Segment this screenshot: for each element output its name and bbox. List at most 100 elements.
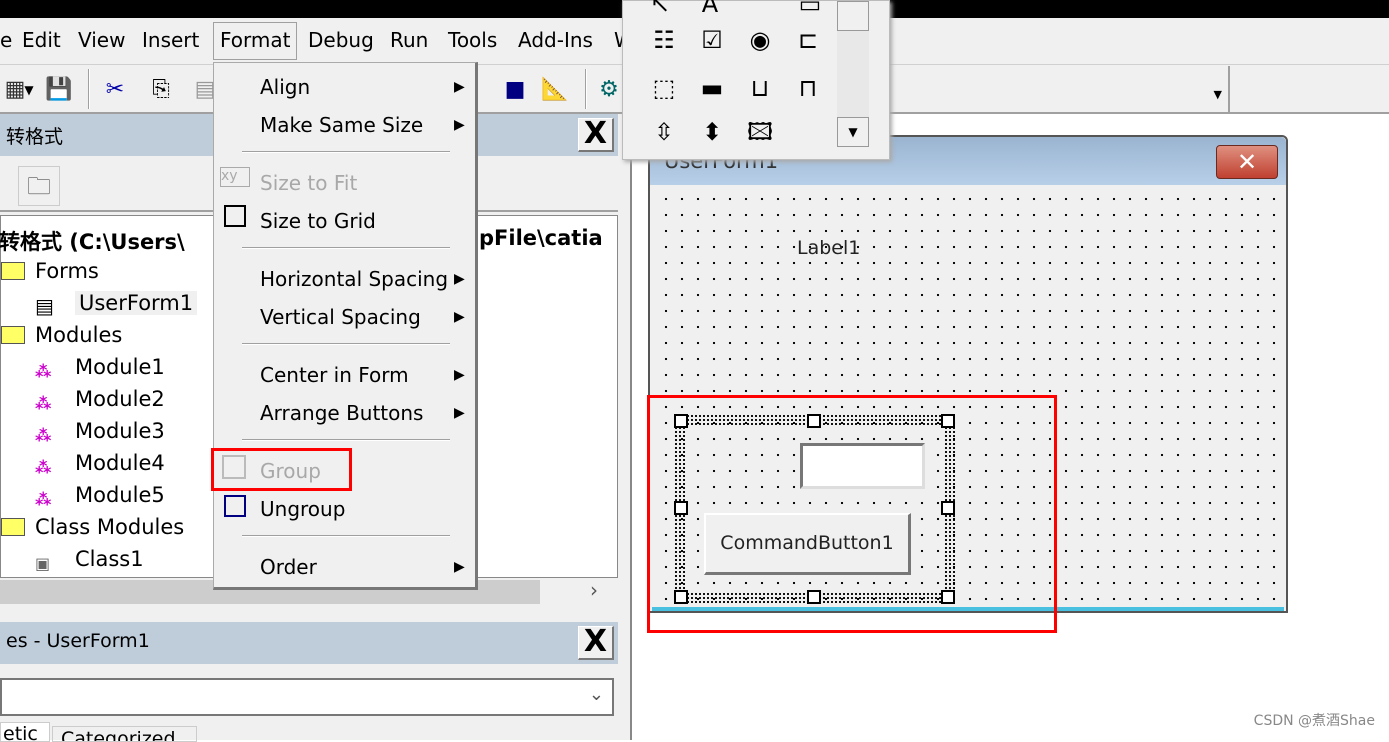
tree-label: Module4 [75,451,165,475]
reset-icon[interactable]: ■ [500,75,530,105]
label-tool-icon[interactable]: A [693,0,727,21]
tree-label: Class1 [75,547,144,571]
menu-item-vertical-spacing[interactable]: Vertical Spacing [260,305,421,329]
frame-tool-icon[interactable]: ⬚ [647,71,681,105]
submenu-arrow-icon: ▶ [454,559,465,575]
scroll-right-icon[interactable]: › [590,578,598,602]
copy-icon[interactable]: ⎘ [146,75,176,105]
folder-icon [1,262,25,280]
menu-add-ins[interactable]: Add-Ins [518,28,593,52]
textbox-tool-icon[interactable]: ▭ [793,0,827,21]
tree-item[interactable]: ▣ Class1 [35,547,144,576]
select-objects-icon[interactable]: ↖ [643,0,677,21]
scrollbar-tool-icon[interactable]: ⇳ [647,115,681,149]
module-icon: ⁂ [35,490,52,509]
menu-item-horizontal-spacing[interactable]: Horizontal Spacing [260,267,448,291]
menu-item-ungroup[interactable]: Ungroup [260,497,345,521]
tree-item[interactable]: Forms [1,259,99,283]
menu-edit[interactable]: Edit [22,28,61,52]
highlight-box-controls [647,395,1057,633]
menu-separator [242,247,450,249]
tree-item[interactable]: ⁂ Module5 [35,483,165,512]
menu-format[interactable]: Format [213,22,298,60]
menu-separator [242,535,450,537]
watermark: CSDN @煮酒Shae [1253,713,1375,729]
scrollbar-thumb[interactable] [837,1,869,31]
listbox-tool-icon[interactable]: ☷ [647,23,681,57]
label1[interactable]: Label1 [797,237,860,259]
menu-item-arrange-buttons[interactable]: Arrange Buttons [260,401,423,425]
tree-item[interactable]: ⁂ Module1 [35,355,165,384]
tree-label: Module5 [75,483,165,507]
toolbar-separator [585,69,587,109]
close-icon[interactable]: ✕ [1216,145,1278,179]
menu-view[interactable]: View [78,28,125,52]
menu-tools[interactable]: Tools [448,28,497,52]
option-button-tool-icon[interactable]: ◉ [743,23,777,57]
menu-item-size-to-fit: Size to Fit [260,171,358,195]
close-properties-panel-button[interactable]: X [578,626,614,660]
tree-label: Class Modules [35,515,185,539]
tabstrip-tool-icon[interactable]: ⊔ [743,71,777,105]
menu-separator [242,343,450,345]
toggle-button-tool-icon[interactable]: ⊏ [791,23,825,57]
multipage-tool-icon[interactable]: ⊓ [791,71,825,105]
module-icon: ⁂ [35,394,52,413]
tree-item[interactable]: ▤ UserForm1 [35,291,198,318]
close-project-panel-button[interactable]: X [578,118,614,152]
scroll-down-icon[interactable]: ▼ [837,117,869,147]
tab-label: etic [3,723,38,742]
submenu-arrow-icon: ▶ [454,271,465,287]
tree-label: Modules [35,323,123,347]
project-explorer-icon[interactable]: ⚙ [594,75,624,105]
tree-item[interactable]: ⁂ Module2 [35,387,165,416]
tab-alphabetic[interactable]: etic [0,722,50,742]
design-mode-icon[interactable]: 📐 [540,75,570,105]
tree-item[interactable]: ⁂ Module3 [35,419,165,448]
toolbar-combo[interactable]: ▼ [890,66,1230,112]
toolbox: ↖ A ▭ ☷ ☑ ◉ ⊏ ⬚ ▬ ⊔ ⊓ ⇳ ⬍ 🖾 ▼ [622,0,890,160]
tree-item[interactable]: ⁂ Module4 [35,451,165,480]
command-button-tool-icon[interactable]: ▬ [695,71,729,105]
save-icon[interactable]: 💾 [44,75,74,105]
submenu-arrow-icon: ▶ [454,367,465,383]
object-dropdown[interactable]: ⌄ [0,678,614,716]
menu-item-align[interactable]: Align [260,75,310,99]
menu-separator [242,439,450,441]
tree-label: Forms [35,259,99,283]
menu-file[interactable]: e [0,28,12,52]
dropdown-arrow-icon[interactable]: ▼ [1214,88,1222,101]
dropdown-arrow-icon[interactable]: ▼ [14,75,44,105]
menu-run[interactable]: Run [390,28,428,52]
menu-separator [242,151,450,153]
menu-item-size-to-grid[interactable]: Size to Grid [260,209,376,233]
menu-item-center-in-form[interactable]: Center in Form [260,363,409,387]
image-tool-icon[interactable]: 🖾 [743,115,777,149]
toggle-folders-icon[interactable]: 🗀 [18,166,60,206]
module-icon: ⁂ [35,362,52,381]
folder-icon [1,518,25,536]
toolbox-scrollbar[interactable]: ▼ [837,1,869,147]
menu-insert[interactable]: Insert [142,28,199,52]
cut-icon[interactable]: ✂ [100,75,130,105]
project-path-right[interactable]: pFile\catia [479,226,603,250]
highlight-box-group [211,448,352,491]
menu-item-order[interactable]: Order [260,555,317,579]
tree-label: Module1 [75,355,165,379]
userform-icon: ▤ [35,294,54,318]
format-menu: Align ▶ Make Same Size ▶ xy Size to Fit Si… [213,62,478,590]
menu-item-make-same-size[interactable]: Make Same Size [260,113,423,137]
spinbutton-tool-icon[interactable]: ⬍ [695,115,729,149]
tree-item[interactable]: Modules [1,323,122,347]
class-module-icon: ▣ [35,554,51,573]
checkbox-tool-icon[interactable]: ☑ [695,23,729,57]
submenu-arrow-icon: ▶ [454,79,465,95]
toolbar-separator [88,69,90,109]
tree-item[interactable]: Class Modules [1,515,184,539]
menu-debug[interactable]: Debug [308,28,374,52]
chevron-down-icon: ⌄ [588,684,604,705]
project-path-left[interactable]: 转格式 (C:\Users\ [0,226,185,256]
folder-icon [1,326,25,344]
tree-label: Module2 [75,387,165,411]
tree-label: Module3 [75,419,165,443]
